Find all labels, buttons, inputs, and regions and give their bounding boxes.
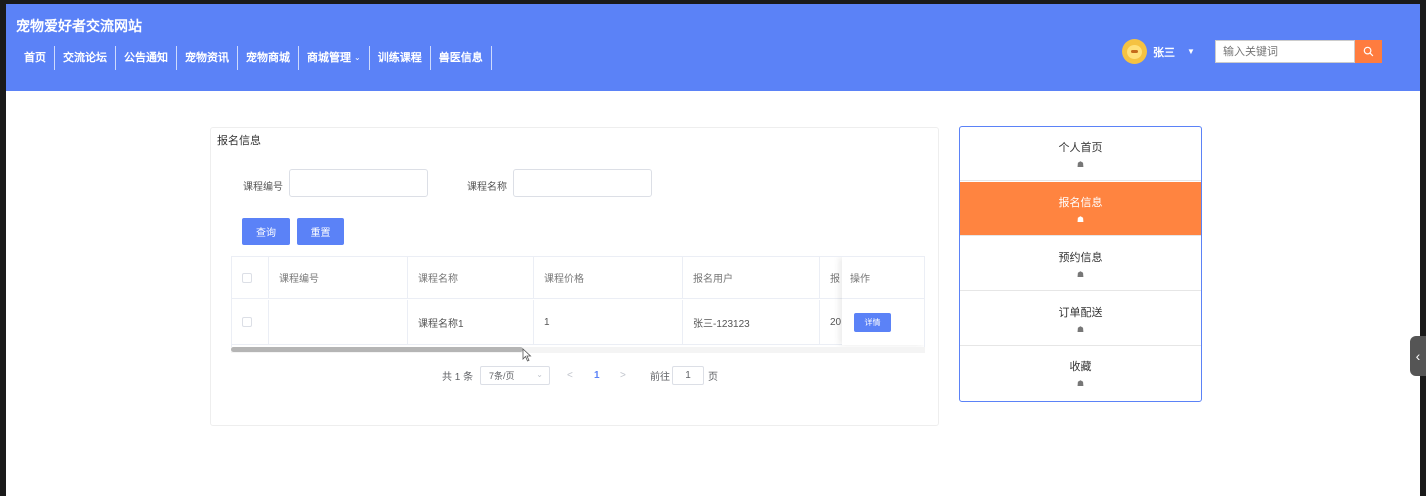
- search-icon: [1363, 46, 1374, 57]
- goto-page-input[interactable]: 1: [672, 366, 704, 385]
- goto-suffix: 页: [708, 371, 718, 383]
- panel-title: 报名信息: [217, 135, 261, 147]
- select-all-cell: [232, 257, 269, 298]
- course-name-input[interactable]: [513, 169, 652, 197]
- signup-table: 课程编号 课程名称 课程价格 报名用户 报 课程名称1 1 张三-123123 …: [231, 256, 925, 348]
- chevron-down-icon: ⌄: [354, 53, 361, 62]
- col-course-name: 课程名称: [408, 257, 534, 298]
- username[interactable]: 张三: [1153, 44, 1175, 60]
- nav-home[interactable]: 首页: [16, 46, 55, 70]
- nav-vet-info-label: 兽医信息: [438, 52, 483, 64]
- col-course-code: 课程编号: [269, 257, 408, 298]
- side-item-label: 收藏: [1069, 361, 1092, 373]
- col-course-price: 课程价格: [534, 257, 683, 298]
- page-number-1[interactable]: 1: [594, 366, 600, 384]
- nav-mall-manage-label: 商城管理: [307, 52, 351, 64]
- nav-pet-mall[interactable]: 宠物商城: [238, 46, 299, 70]
- nav-notices[interactable]: 公告通知: [116, 46, 177, 70]
- action-cell: 详情: [842, 299, 924, 345]
- home-icon: ☗: [1076, 214, 1085, 224]
- signup-info-panel: 报名信息 课程编号 课程名称 查询 重置 课程编号 课程名称 课程价格 报名用户…: [210, 127, 939, 426]
- side-item-label: 个人首页: [1058, 141, 1103, 154]
- side-item-profile[interactable]: 个人首页 ☗: [960, 127, 1201, 181]
- user-menu[interactable]: 张三 ▼: [1122, 39, 1195, 64]
- cell-signup-user: 张三-123123: [683, 300, 820, 344]
- nav-vet-info[interactable]: 兽医信息: [431, 46, 492, 70]
- nav-pet-mall-label: 宠物商城: [246, 52, 290, 64]
- nav-pet-news-label: 宠物资讯: [185, 52, 229, 64]
- chevron-down-icon: ⌄: [536, 370, 543, 379]
- user-side-menu: 个人首页 ☗ 报名信息 ☗ 预约信息 ☗ 订单配送 ☗ 收藏 ☗: [959, 126, 1202, 402]
- goto-prefix: 前往: [650, 371, 670, 383]
- site-title: 宠物爱好者交流网站: [16, 18, 142, 34]
- search-input[interactable]: [1215, 40, 1355, 63]
- caret-down-icon[interactable]: ▼: [1187, 47, 1195, 56]
- query-button[interactable]: 查询: [242, 218, 290, 245]
- nav-notices-label: 公告通知: [124, 52, 168, 64]
- main-nav: 首页 交流论坛 公告通知 宠物资讯 宠物商城 商城管理 ⌄ 训练课程 兽医信息: [16, 46, 492, 70]
- nav-forum-label: 交流论坛: [63, 52, 107, 64]
- nav-pet-news[interactable]: 宠物资讯: [177, 46, 238, 70]
- row-checkbox[interactable]: [242, 317, 252, 327]
- page-size-select[interactable]: 7条/页 ⌄: [480, 366, 550, 385]
- home-icon: ☗: [1076, 379, 1085, 388]
- prev-page-button[interactable]: <: [567, 366, 573, 384]
- home-icon: ☗: [1076, 159, 1085, 169]
- side-item-label: 预约信息: [1058, 251, 1103, 264]
- course-name-label: 课程名称: [467, 182, 507, 193]
- avatar[interactable]: [1122, 39, 1147, 64]
- top-header: 宠物爱好者交流网站 首页 交流论坛 公告通知 宠物资讯 宠物商城 商城管理 ⌄ 训…: [6, 4, 1420, 91]
- cell-course-code: [269, 300, 408, 344]
- collapse-handle-chevron-left-icon[interactable]: ‹: [1410, 336, 1426, 376]
- side-item-favorites[interactable]: 收藏 ☗: [960, 346, 1201, 400]
- scrollbar-thumb[interactable]: [231, 347, 523, 352]
- search-button[interactable]: [1355, 40, 1382, 63]
- page-size-value: 7条/页: [489, 371, 515, 381]
- col-actions: 操作: [842, 257, 924, 299]
- home-icon: ☗: [1076, 324, 1085, 334]
- col-signup-user: 报名用户: [683, 257, 820, 298]
- page-frame: 宠物爱好者交流网站 首页 交流论坛 公告通知 宠物资讯 宠物商城 商城管理 ⌄ 训…: [6, 4, 1420, 496]
- home-icon: ☗: [1076, 269, 1085, 279]
- side-item-reservations[interactable]: 预约信息 ☗: [960, 237, 1201, 291]
- row-select-cell: [232, 300, 269, 344]
- side-item-order-delivery[interactable]: 订单配送 ☗: [960, 292, 1201, 346]
- side-item-signup-info[interactable]: 报名信息 ☗: [960, 182, 1201, 236]
- nav-training[interactable]: 训练课程: [370, 46, 431, 70]
- cell-course-price: 1: [534, 300, 683, 344]
- mouse-cursor-icon: [522, 348, 532, 362]
- fixed-action-column: 操作 详情: [842, 257, 924, 345]
- course-code-label: 课程编号: [243, 182, 283, 193]
- reset-button[interactable]: 重置: [297, 218, 344, 245]
- course-code-input[interactable]: [289, 169, 428, 197]
- side-item-label: 订单配送: [1058, 306, 1103, 319]
- table-row: 课程名称1 1 张三-123123 20: [232, 300, 924, 345]
- detail-button[interactable]: 详情: [854, 312, 891, 332]
- nav-home-label: 首页: [24, 52, 46, 64]
- cell-course-name: 课程名称1: [408, 300, 534, 344]
- side-item-label: 报名信息: [1058, 196, 1103, 209]
- nav-training-label: 训练课程: [377, 52, 422, 64]
- nav-forum[interactable]: 交流论坛: [55, 46, 116, 70]
- pagination-total: 共 1 条: [442, 371, 474, 383]
- table-header: 课程编号 课程名称 课程价格 报名用户 报: [232, 257, 924, 299]
- nav-mall-manage[interactable]: 商城管理 ⌄: [299, 46, 370, 70]
- select-all-checkbox[interactable]: [242, 272, 252, 283]
- next-page-button[interactable]: >: [620, 366, 626, 384]
